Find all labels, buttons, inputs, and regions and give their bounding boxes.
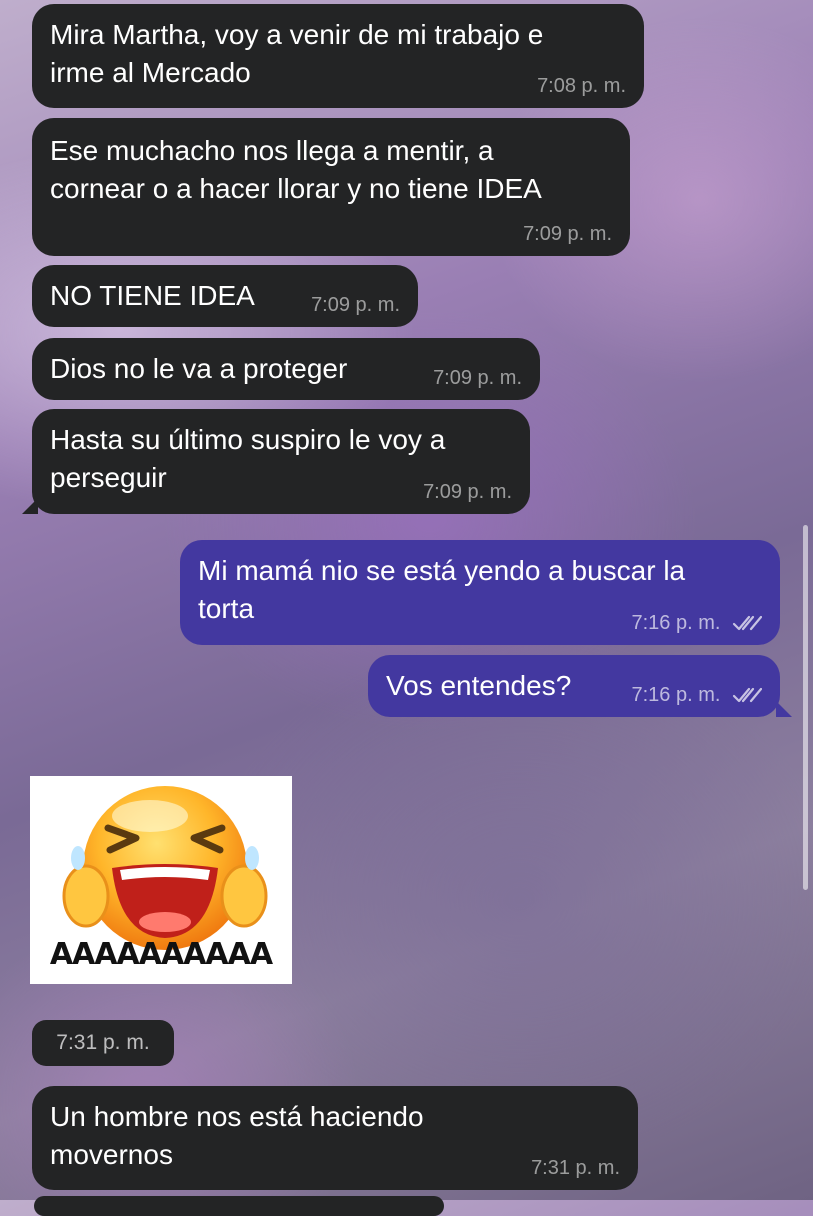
message-time: 7:31 p. m. (531, 1157, 620, 1179)
message-text: Ese muchacho nos llega a mentir, a corne… (50, 135, 542, 204)
message-time: 7:09 p. m. (423, 481, 512, 503)
message-text: Dios no le va a proteger (50, 353, 348, 384)
incoming-message[interactable]: Mira Martha, voy a venir de mi trabajo e… (32, 4, 644, 108)
sticker-message[interactable]: AAAAAAAAAA (30, 776, 292, 984)
message-text: NO TIENE IDEA (50, 280, 255, 311)
scrollbar[interactable] (803, 525, 808, 890)
chat-view[interactable]: Mira Martha, voy a venir de mi trabajo e… (0, 0, 813, 1216)
message-text: Vos entendes? (386, 670, 572, 701)
message-time: 7:16 p. m. (631, 612, 721, 634)
outgoing-message[interactable]: Mi mamá nio se está yendo a buscar la to… (180, 540, 780, 645)
incoming-message[interactable]: Un hombre nos está haciendo movernos 7:3… (32, 1086, 638, 1190)
message-time: 7:08 p. m. (537, 75, 626, 97)
message-time: 7:09 p. m. (311, 294, 400, 316)
message-status: 7:16 p. m. (631, 611, 762, 635)
message-time: 7:31 p. m. (32, 1020, 174, 1066)
bubble-tail (776, 701, 792, 717)
outgoing-message[interactable]: Vos entendes? 7:16 p. m. (368, 655, 780, 717)
incoming-message[interactable]: Ese muchacho nos llega a mentir, a corne… (32, 118, 630, 256)
incoming-message[interactable] (34, 1196, 444, 1216)
message-time: 7:16 p. m. (631, 684, 721, 706)
double-check-icon (732, 615, 762, 631)
sticker-text: AAAAAAAAAA (49, 937, 273, 972)
double-check-icon (732, 687, 762, 703)
message-time: 7:09 p. m. (433, 367, 522, 389)
message-status: 7:16 p. m. (631, 683, 762, 707)
message-time: 7:09 p. m. (523, 223, 612, 245)
incoming-message[interactable]: Dios no le va a proteger 7:09 p. m. (32, 338, 540, 400)
incoming-message[interactable]: NO TIENE IDEA 7:09 p. m. (32, 265, 418, 327)
incoming-message[interactable]: Hasta su último suspiro le voy a persegu… (32, 409, 530, 514)
